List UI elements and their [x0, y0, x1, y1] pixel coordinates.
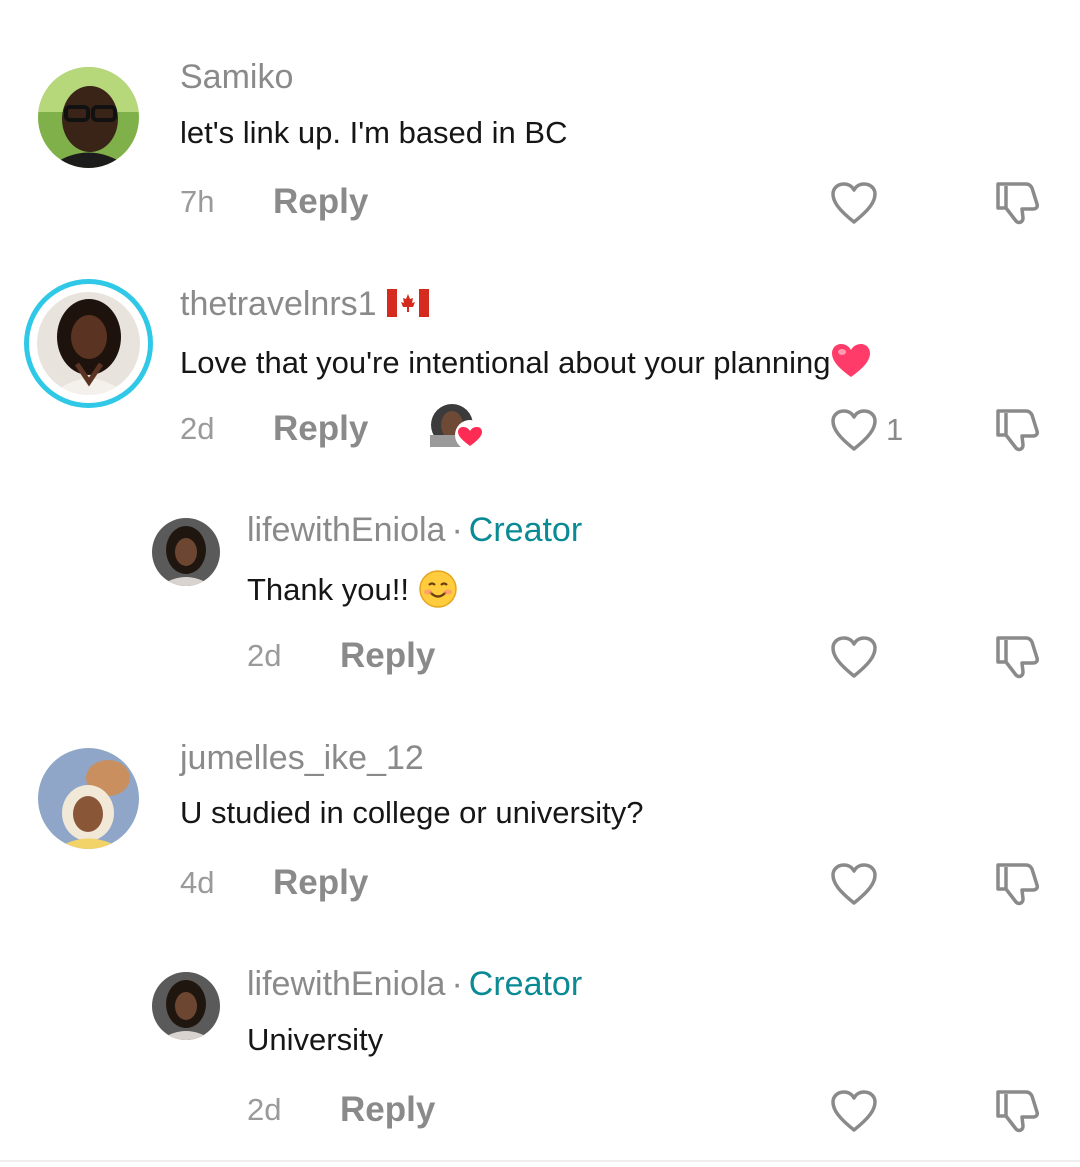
username[interactable]: lifewithEniola · Creator	[247, 967, 582, 1001]
like-count: 1	[886, 412, 904, 447]
dislike-icon[interactable]	[992, 1086, 1042, 1136]
liked-by-creator-badge	[430, 403, 486, 451]
reply-button[interactable]: Reply	[340, 638, 435, 673]
heart-icon[interactable]	[829, 634, 879, 680]
comment-timestamp: 4d	[180, 865, 215, 900]
canada-flag-icon	[386, 289, 429, 323]
username-text: lifewithEniola	[247, 965, 446, 1003]
separator: ·	[451, 965, 463, 1003]
reply-item: lifewithEniola · Creator University 2d Rep…	[0, 0, 1080, 1133]
reply-button[interactable]: Reply	[340, 1092, 435, 1127]
comment-text: U studied in college or university?	[180, 795, 644, 830]
comment-text-body: Thank you!!	[247, 572, 409, 607]
heart-emoji-icon	[831, 343, 871, 384]
separator: ·	[451, 511, 463, 549]
smiling-face-emoji-icon	[419, 570, 457, 613]
username[interactable]: lifewithEniola · Creator	[247, 513, 582, 547]
comment-text: Love that you're intentional about your …	[180, 343, 871, 384]
dislike-icon[interactable]	[992, 405, 1042, 455]
avatar[interactable]	[152, 972, 220, 1040]
heart-icon[interactable]	[829, 407, 879, 453]
username[interactable]: jumelles_ike_12	[180, 741, 424, 775]
reply-button[interactable]: Reply	[273, 865, 368, 900]
avatar[interactable]	[38, 748, 139, 849]
comment-text: University	[247, 1022, 384, 1057]
heart-icon[interactable]	[829, 1088, 879, 1134]
comment-timestamp: 2d	[180, 411, 215, 446]
divider	[0, 1160, 1080, 1162]
creator-badge: Creator	[468, 965, 583, 1003]
story-ring[interactable]	[24, 279, 153, 408]
dislike-icon[interactable]	[992, 632, 1042, 682]
dislike-icon[interactable]	[992, 859, 1042, 909]
avatar[interactable]	[37, 292, 140, 395]
comment-timestamp: 2d	[247, 638, 282, 673]
avatar[interactable]	[152, 518, 220, 586]
username[interactable]: thetravelnrs1	[180, 287, 429, 323]
comment-text: Thank you!!	[247, 570, 457, 613]
comment-text-body: Love that you're intentional about your …	[180, 345, 831, 380]
username-text: thetravelnrs1	[180, 285, 377, 323]
reply-button[interactable]: Reply	[273, 411, 368, 446]
comment-timestamp: 2d	[247, 1092, 282, 1127]
heart-icon[interactable]	[829, 861, 879, 907]
username-text: lifewithEniola	[247, 511, 446, 549]
creator-badge: Creator	[468, 511, 583, 549]
